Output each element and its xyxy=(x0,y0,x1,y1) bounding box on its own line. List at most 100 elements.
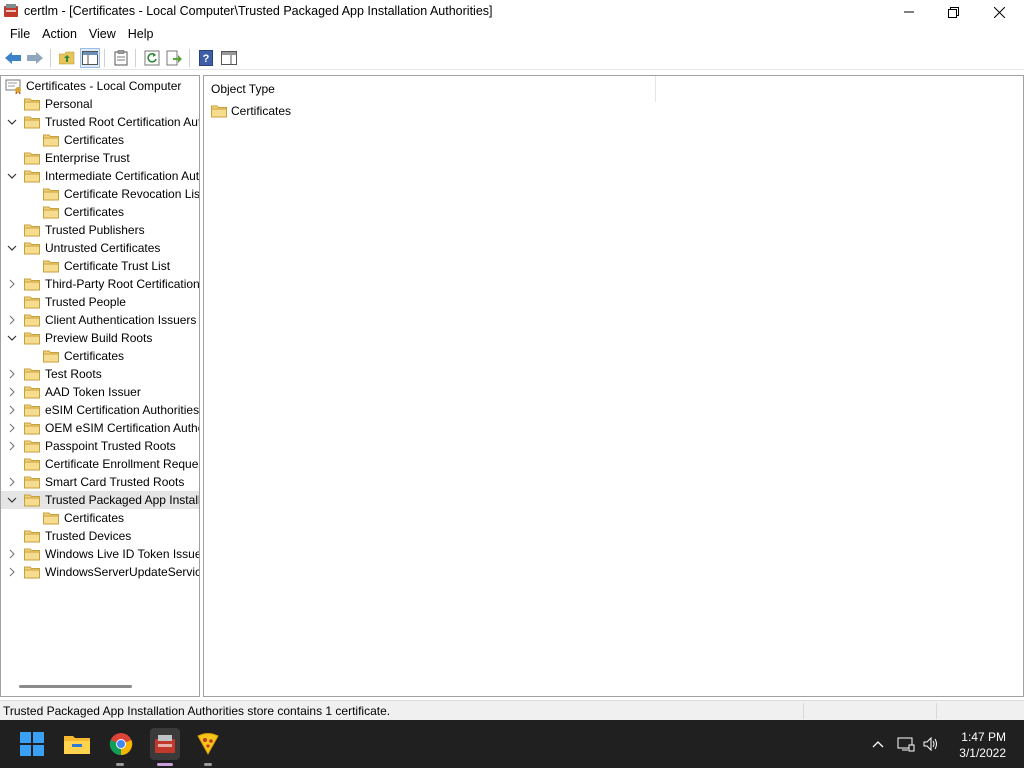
up-folder-icon[interactable] xyxy=(57,48,77,68)
chrome-icon[interactable] xyxy=(107,730,135,758)
tree-item[interactable]: Passpoint Trusted Roots xyxy=(1,437,199,455)
chevron-right-icon[interactable] xyxy=(6,368,18,380)
back-arrow-icon[interactable] xyxy=(3,48,23,68)
show-hide-console-tree-icon[interactable] xyxy=(80,48,100,68)
tree-item-label: Windows Live ID Token Issuer xyxy=(45,547,199,561)
list-item[interactable]: Certificates xyxy=(209,103,409,121)
chevron-down-icon[interactable] xyxy=(6,116,18,128)
folder-icon xyxy=(43,511,59,525)
tree-item[interactable]: Certificate Revocation List xyxy=(1,185,199,203)
tree-item[interactable]: Certificates xyxy=(1,203,199,221)
chevron-right-icon[interactable] xyxy=(6,476,18,488)
tree-item[interactable]: OEM eSIM Certification Authorities xyxy=(1,419,199,437)
folder-icon xyxy=(43,259,59,273)
refresh-icon[interactable] xyxy=(142,48,162,68)
chevron-right-icon[interactable] xyxy=(6,278,18,290)
toolbar-separator xyxy=(135,49,136,67)
tree-item-label: Certificates xyxy=(64,133,125,147)
tree-item[interactable]: Client Authentication Issuers xyxy=(1,311,199,329)
tree-item[interactable]: WindowsServerUpdateServices xyxy=(1,563,199,581)
chevron-down-icon[interactable] xyxy=(6,242,18,254)
taskbar: 1:47 PM 3/1/2022 xyxy=(0,720,1024,768)
tree-item-label: AAD Token Issuer xyxy=(45,385,141,399)
tree-item-label: Trusted Devices xyxy=(45,529,132,543)
tree-item[interactable]: Windows Live ID Token Issuer xyxy=(1,545,199,563)
tree-item-label: Certificate Trust List xyxy=(64,259,171,273)
taskbar-clock[interactable]: 1:47 PM 3/1/2022 xyxy=(959,729,1006,761)
volume-icon[interactable] xyxy=(921,734,941,754)
tree-item[interactable]: Trusted Devices xyxy=(1,527,199,545)
tree-item[interactable]: Trusted People xyxy=(1,293,199,311)
tree-item[interactable]: Certificates xyxy=(1,347,199,365)
tree-item-label: Untrusted Certificates xyxy=(45,241,161,255)
tree-item-label: Smart Card Trusted Roots xyxy=(45,475,185,489)
tree-item-label: Client Authentication Issuers xyxy=(45,313,197,327)
network-icon[interactable] xyxy=(896,734,916,754)
tree-item[interactable]: Trusted Packaged App Installation Author… xyxy=(1,491,199,509)
tree-item[interactable]: Smart Card Trusted Roots xyxy=(1,473,199,491)
properties-icon[interactable] xyxy=(111,48,131,68)
horizontal-scrollbar[interactable] xyxy=(19,685,132,688)
tree-item[interactable]: Certificates xyxy=(1,509,199,527)
tree-item-label: Trusted Packaged App Installation Author… xyxy=(45,493,199,507)
folder-icon xyxy=(24,493,40,507)
tree-item[interactable]: Certificate Trust List xyxy=(1,257,199,275)
toolbar-separator xyxy=(50,49,51,67)
tree-item-label: Enterprise Trust xyxy=(45,151,130,165)
chevron-right-icon[interactable] xyxy=(6,566,18,578)
console-tree-pane[interactable]: Certificates - Local Computer Personal Tr… xyxy=(0,75,200,697)
tree-root[interactable]: Certificates - Local Computer xyxy=(1,77,199,95)
menu-help[interactable]: Help xyxy=(124,24,162,44)
chevron-right-icon[interactable] xyxy=(6,440,18,452)
chevron-right-icon[interactable] xyxy=(6,386,18,398)
minimize-button[interactable] xyxy=(886,0,932,24)
chevron-down-icon[interactable] xyxy=(6,494,18,506)
tree-item[interactable]: Enterprise Trust xyxy=(1,149,199,167)
show-action-pane-icon[interactable] xyxy=(219,48,239,68)
windows-start-icon[interactable] xyxy=(18,730,46,758)
running-indicator xyxy=(116,763,124,766)
file-explorer-icon[interactable] xyxy=(63,730,91,758)
chevron-right-icon[interactable] xyxy=(6,404,18,416)
status-divider xyxy=(936,703,937,719)
folder-icon xyxy=(24,151,40,165)
tree-item-label: Certificates xyxy=(64,205,125,219)
tree-item[interactable]: Test Roots xyxy=(1,365,199,383)
tree-item-label: Trusted People xyxy=(45,295,126,309)
status-divider xyxy=(803,703,804,719)
tree-item[interactable]: eSIM Certification Authorities xyxy=(1,401,199,419)
results-pane[interactable]: Object Type Certificates xyxy=(203,75,1024,697)
menu-view[interactable]: View xyxy=(85,24,124,44)
tree-item[interactable]: Preview Build Roots xyxy=(1,329,199,347)
tree-item[interactable]: Certificate Enrollment Requests xyxy=(1,455,199,473)
tree-item[interactable]: Trusted Publishers xyxy=(1,221,199,239)
folder-icon xyxy=(24,331,40,345)
chevron-down-icon[interactable] xyxy=(6,170,18,182)
column-header-object-type[interactable]: Object Type xyxy=(204,76,656,102)
tree-item[interactable]: Personal xyxy=(1,95,199,113)
tree-item[interactable]: Third-Party Root Certification Authoriti… xyxy=(1,275,199,293)
tree-item[interactable]: Intermediate Certification Authorities xyxy=(1,167,199,185)
menu-file[interactable]: File xyxy=(0,24,38,44)
folder-icon xyxy=(24,565,40,579)
chevron-up-icon[interactable] xyxy=(868,734,888,754)
pizza-app-icon[interactable] xyxy=(194,730,222,758)
tree-item[interactable]: AAD Token Issuer xyxy=(1,383,199,401)
export-list-icon[interactable] xyxy=(164,48,184,68)
title-bar: certlm - [Certificates - Local Computer\… xyxy=(0,0,1024,24)
chevron-right-icon[interactable] xyxy=(6,314,18,326)
certlm-taskbar-icon[interactable] xyxy=(150,728,180,760)
chevron-right-icon[interactable] xyxy=(6,422,18,434)
tree-item[interactable]: Trusted Root Certification Authorities xyxy=(1,113,199,131)
tree-item[interactable]: Certificates xyxy=(1,131,199,149)
svg-text:?: ? xyxy=(203,53,210,65)
menu-action[interactable]: Action xyxy=(38,24,85,44)
restore-button[interactable] xyxy=(930,0,976,24)
close-button[interactable] xyxy=(976,0,1022,24)
help-icon[interactable]: ? xyxy=(196,48,216,68)
forward-arrow-icon[interactable] xyxy=(25,48,45,68)
folder-icon xyxy=(24,313,40,327)
chevron-down-icon[interactable] xyxy=(6,332,18,344)
tree-item[interactable]: Untrusted Certificates xyxy=(1,239,199,257)
chevron-right-icon[interactable] xyxy=(6,548,18,560)
